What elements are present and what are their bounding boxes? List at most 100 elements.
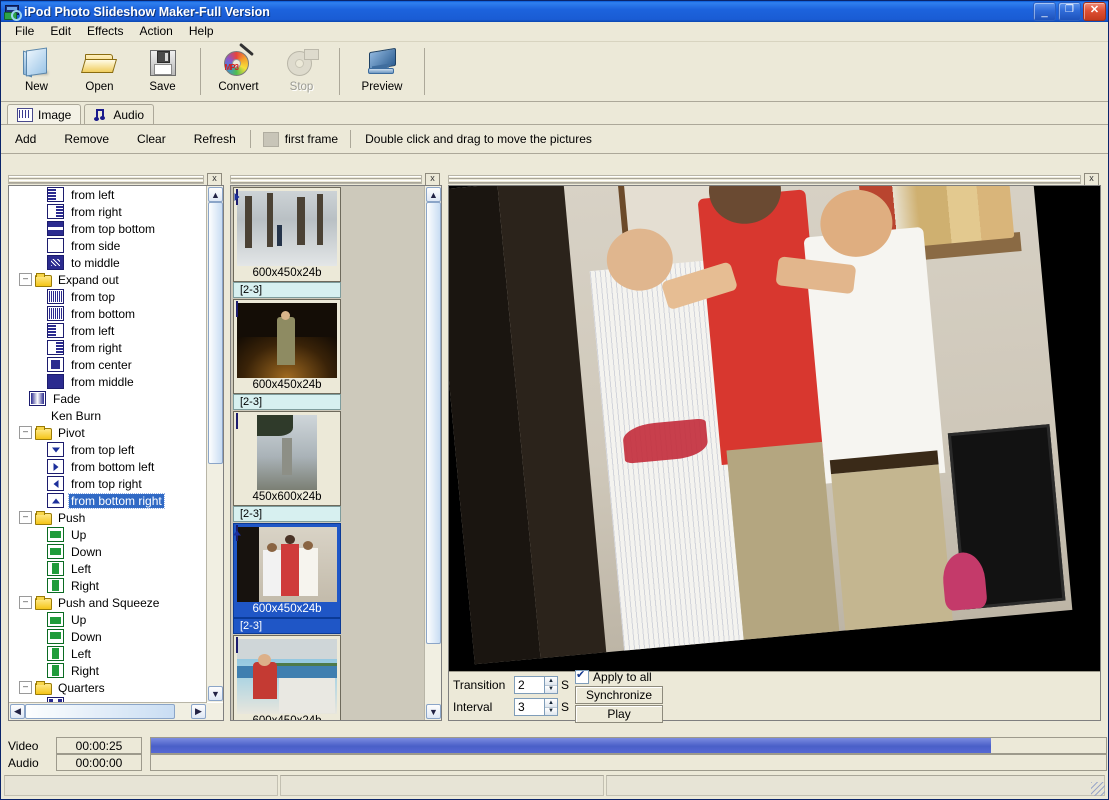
tree-item[interactable]: –Pivot [9, 424, 207, 441]
tree-item[interactable]: from right [9, 203, 207, 220]
tree-item[interactable]: from middle [9, 373, 207, 390]
tree-scroll-thumb[interactable] [208, 202, 223, 464]
thumbnail-range-label[interactable]: [2-3] [233, 394, 341, 410]
tree-horizontal-scrollbar[interactable]: ◀ ▶ [9, 702, 207, 720]
preview-button[interactable]: Preview [346, 42, 418, 101]
maximize-button[interactable]: ❐ [1058, 2, 1081, 21]
remove-button[interactable]: Remove [50, 132, 123, 146]
open-button[interactable]: Open [68, 42, 131, 101]
thumbnail-range-label[interactable]: [2-3] [233, 506, 341, 522]
thumb-scroll-down-button[interactable]: ▼ [426, 704, 441, 719]
thumbnail-item[interactable]: 600x450x24b [233, 299, 341, 394]
video-track[interactable] [150, 737, 1107, 754]
tree-panel-close-button[interactable]: x [207, 173, 222, 186]
tree-item[interactable]: –Quarters [9, 679, 207, 696]
menu-edit[interactable]: Edit [42, 23, 79, 40]
tree-item[interactable]: from bottom [9, 305, 207, 322]
tree-item[interactable]: from left [9, 322, 207, 339]
tree-item[interactable]: from bottom right [9, 492, 207, 509]
tab-image[interactable]: Image [7, 104, 81, 124]
effects-tree[interactable]: from leftfrom rightfrom top bottomfrom s… [9, 186, 207, 702]
transition-input[interactable] [514, 676, 544, 694]
thumbnail-transition-badge[interactable] [236, 638, 253, 654]
tree-expander[interactable]: – [19, 426, 32, 439]
tree-scroll-down-button[interactable]: ▼ [208, 686, 223, 701]
thumbnail-list[interactable]: 600x450x24b[2-3]600x450x24b[2-3]450x600x… [231, 186, 425, 720]
thumb-scroll-thumb[interactable] [426, 202, 441, 644]
tree-expander[interactable]: – [19, 596, 32, 609]
menu-help[interactable]: Help [181, 23, 222, 40]
tree-item[interactable]: –Push and Squeeze [9, 594, 207, 611]
tree-item[interactable]: Right [9, 577, 207, 594]
tree-item[interactable]: Left [9, 560, 207, 577]
transition-stepper[interactable]: ▲▼ [514, 676, 558, 694]
tree-item[interactable]: Right [9, 662, 207, 679]
tree-panel-grip[interactable]: x [8, 173, 224, 185]
thumbnail-transition-badge[interactable] [236, 190, 253, 206]
play-button[interactable]: Play [575, 705, 663, 723]
tab-audio[interactable]: Audio [84, 104, 154, 124]
tree-item[interactable]: from top [9, 288, 207, 305]
interval-down-icon[interactable]: ▼ [545, 707, 557, 716]
tree-scroll-left-button[interactable]: ◀ [10, 704, 25, 719]
tree-item[interactable]: from top right [9, 475, 207, 492]
thumb-scroll-up-button[interactable]: ▲ [426, 187, 441, 202]
interval-spin-arrows[interactable]: ▲▼ [544, 698, 558, 716]
tree-item[interactable]: from side [9, 237, 207, 254]
audio-track[interactable] [150, 754, 1107, 771]
tree-item[interactable]: Ken Burn [9, 407, 207, 424]
tree-item[interactable]: –Push [9, 509, 207, 526]
thumbnail-range-label[interactable]: [2-3] [233, 282, 341, 298]
preview-stage[interactable] [449, 186, 1100, 683]
preview-panel-close-button[interactable]: x [1084, 173, 1099, 186]
thumbnail-item[interactable]: 450x600x24b [233, 411, 341, 506]
thumbnail-range-label[interactable]: [2-3] [233, 618, 341, 634]
thumbnail-transition-badge[interactable] [236, 302, 253, 318]
resize-grip[interactable] [1091, 782, 1105, 796]
apply-to-all-checkbox[interactable]: Apply to all [575, 669, 663, 685]
thumb-vertical-scrollbar[interactable]: ▲ ▼ [424, 186, 441, 720]
menu-action[interactable]: Action [132, 23, 181, 40]
tree-expander[interactable]: – [19, 273, 32, 286]
menu-file[interactable]: File [7, 23, 42, 40]
tree-item[interactable]: from bottom left [9, 458, 207, 475]
interval-stepper[interactable]: ▲▼ [514, 698, 558, 716]
thumb-panel-grip[interactable]: x [230, 173, 442, 185]
interval-input[interactable] [514, 698, 544, 716]
tree-item[interactable]: from right [9, 339, 207, 356]
thumbnail-transition-badge[interactable] [236, 414, 253, 430]
tree-vertical-scrollbar[interactable]: ▲ ▼ [206, 186, 223, 702]
tree-expander[interactable]: – [19, 681, 32, 694]
tree-item[interactable]: from top bottom [9, 220, 207, 237]
transition-down-icon[interactable]: ▼ [545, 685, 557, 694]
tree-item[interactable]: Fade [9, 390, 207, 407]
tree-item[interactable]: from left [9, 186, 207, 203]
thumbnail-transition-badge[interactable] [236, 526, 253, 542]
tree-hscroll-thumb[interactable] [25, 704, 175, 719]
close-button[interactable]: ✕ [1083, 2, 1106, 21]
tree-item[interactable]: Left [9, 645, 207, 662]
thumbnail-item[interactable]: 600x450x24b [233, 523, 341, 618]
clear-button[interactable]: Clear [123, 132, 180, 146]
stop-button[interactable]: Stop [270, 42, 333, 101]
transition-up-icon[interactable]: ▲ [545, 677, 557, 685]
tree-item[interactable]: Up [9, 611, 207, 628]
tree-item[interactable]: from top left [9, 441, 207, 458]
menu-effects[interactable]: Effects [79, 23, 131, 40]
thumb-panel-close-button[interactable]: x [425, 173, 440, 186]
tree-scroll-right-button[interactable]: ▶ [191, 704, 206, 719]
save-button[interactable]: Save [131, 42, 194, 101]
tree-item[interactable]: –Expand out [9, 271, 207, 288]
tree-expander[interactable]: – [19, 511, 32, 524]
transition-spin-arrows[interactable]: ▲▼ [544, 676, 558, 694]
synchronize-button[interactable]: Synchronize [575, 686, 663, 704]
tree-item[interactable]: Down [9, 628, 207, 645]
refresh-button[interactable]: Refresh [180, 132, 250, 146]
convert-button[interactable]: MP3 Convert [207, 42, 270, 101]
minimize-button[interactable]: _ [1033, 2, 1056, 21]
new-button[interactable]: New [5, 42, 68, 101]
add-button[interactable]: Add [1, 132, 50, 146]
tree-item[interactable]: from center [9, 356, 207, 373]
tree-item[interactable]: Up [9, 526, 207, 543]
preview-panel-grip[interactable]: x [448, 173, 1101, 185]
